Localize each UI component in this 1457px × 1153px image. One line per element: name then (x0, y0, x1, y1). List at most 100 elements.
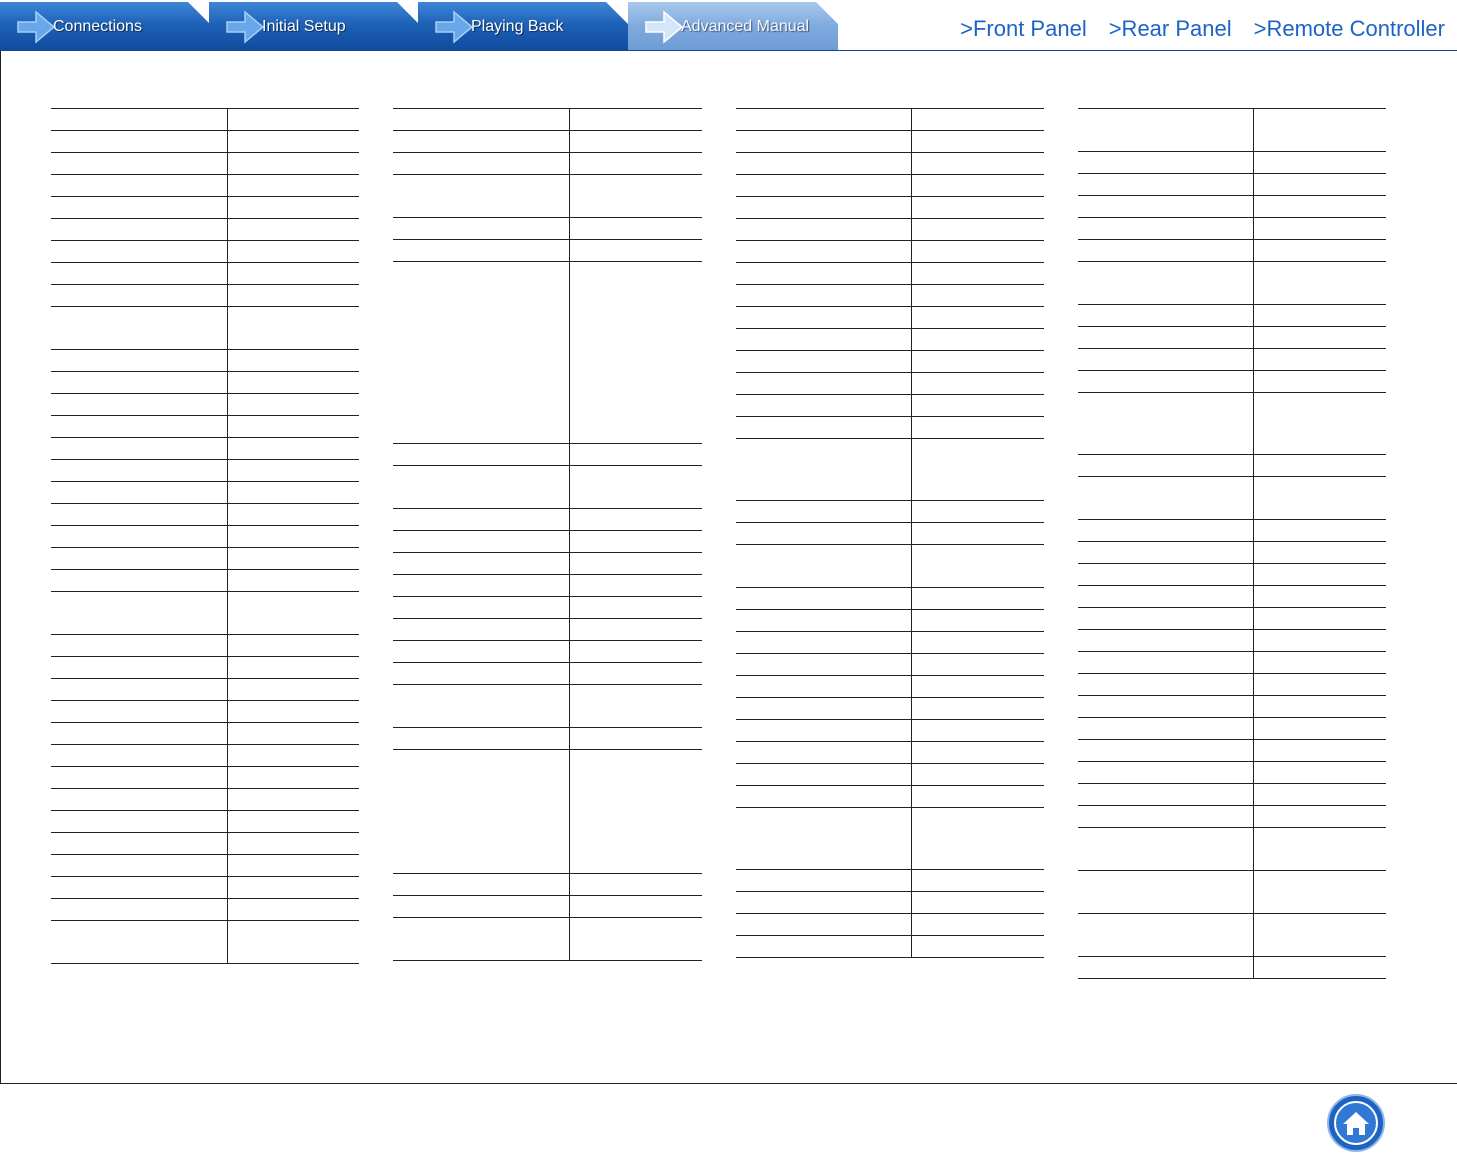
link-remote-controller[interactable]: >Remote Controller (1254, 16, 1445, 42)
table-row (51, 548, 359, 570)
table-row (1078, 957, 1386, 979)
table-cell-key (736, 914, 912, 935)
tab-connections[interactable]: Connections (0, 2, 210, 51)
table-cell-key (51, 197, 228, 218)
table-cell-key (736, 936, 912, 957)
table-row (51, 131, 359, 153)
table-cell-key (51, 877, 228, 898)
arrow-right-icon (226, 10, 265, 44)
table-row (736, 808, 1044, 870)
table-row (736, 131, 1044, 153)
table-cell-value (570, 641, 702, 662)
table-row (736, 764, 1044, 786)
table-cell-key (393, 175, 570, 217)
table-cell-value (570, 153, 702, 174)
table-cell-value (570, 509, 702, 530)
table-cell-key (1078, 630, 1254, 651)
table-cell-value (1254, 262, 1386, 304)
table-row (393, 663, 702, 685)
table-cell-key (51, 350, 228, 371)
table-cell-key (1078, 393, 1254, 454)
table-cell-value (228, 723, 359, 744)
table-cell-value (570, 262, 702, 443)
tab-advanced-manual[interactable]: Advanced Manual (628, 2, 838, 51)
table-cell-key (393, 685, 570, 727)
table-cell-value (228, 635, 359, 656)
table-cell-key (51, 482, 228, 503)
top-links: >Front Panel >Rear Panel >Remote Control… (960, 16, 1445, 42)
table-cell-key (393, 896, 570, 917)
table-cell-value (570, 619, 702, 640)
table-cell-value (1254, 806, 1386, 827)
table-row (1078, 371, 1386, 393)
table-cell-value (912, 329, 1044, 350)
table-column-3 (736, 108, 1044, 958)
table-cell-key (736, 786, 912, 807)
table-cell-key (736, 175, 912, 196)
table-row (736, 720, 1044, 742)
table-row (1078, 718, 1386, 740)
table-row (393, 619, 702, 641)
table-cell-value (228, 109, 359, 130)
table-cell-value (570, 444, 702, 465)
table-row (736, 676, 1044, 698)
table-cell-value (1254, 740, 1386, 761)
table-cell-value (912, 588, 1044, 609)
table-cell-value (228, 394, 359, 415)
table-cell-value (570, 218, 702, 239)
table-cell-value (228, 131, 359, 152)
tab-label: Connections (53, 18, 142, 35)
table-cell-value (228, 899, 359, 920)
table-cell-key (1078, 455, 1254, 476)
table-row (51, 394, 359, 416)
table-cell-key (1078, 957, 1254, 978)
table-cell-key (736, 285, 912, 306)
table-cell-key (736, 241, 912, 262)
table-cell-key (51, 372, 228, 393)
table-cell-value (228, 482, 359, 503)
table-row (51, 416, 359, 438)
table-cell-key (736, 588, 912, 609)
table-cell-value (228, 592, 359, 634)
table-cell-key (393, 444, 570, 465)
table-cell-key (736, 698, 912, 719)
table-row (1078, 674, 1386, 696)
table-row (736, 914, 1044, 936)
table-cell-key (736, 329, 912, 350)
table-cell-value (228, 877, 359, 898)
table-cell-value (570, 553, 702, 574)
table-row (1078, 740, 1386, 762)
table-cell-key (736, 417, 912, 438)
table-cell-key (393, 218, 570, 239)
table-cell-value (1254, 542, 1386, 563)
table-row (51, 855, 359, 877)
link-rear-panel[interactable]: >Rear Panel (1109, 16, 1232, 42)
table-cell-key (736, 523, 912, 544)
table-cell-key (736, 153, 912, 174)
table-cell-key (51, 701, 228, 722)
table-cell-value (228, 570, 359, 591)
table-cell-key (736, 351, 912, 372)
link-front-panel[interactable]: >Front Panel (960, 16, 1087, 42)
home-icon[interactable] (1326, 1093, 1386, 1153)
table-row (51, 504, 359, 526)
table-row (393, 918, 702, 961)
table-cell-key (51, 504, 228, 525)
table-cell-value (1254, 652, 1386, 673)
table-row (1078, 218, 1386, 240)
table-cell-value (912, 870, 1044, 891)
tab-initial-setup[interactable]: Initial Setup (209, 2, 419, 51)
table-cell-key (51, 460, 228, 481)
table-row (736, 936, 1044, 958)
table-cell-value (912, 395, 1044, 416)
table-cell-value (1254, 784, 1386, 805)
table-cell-key (51, 263, 228, 284)
table-cell-value (228, 526, 359, 547)
table-cell-key (736, 263, 912, 284)
table-cell-key (1078, 196, 1254, 217)
table-row (51, 592, 359, 635)
tab-playing-back[interactable]: Playing Back (418, 2, 628, 51)
table-cell-key (51, 307, 228, 349)
table-row (51, 921, 359, 964)
table-cell-value (228, 285, 359, 306)
